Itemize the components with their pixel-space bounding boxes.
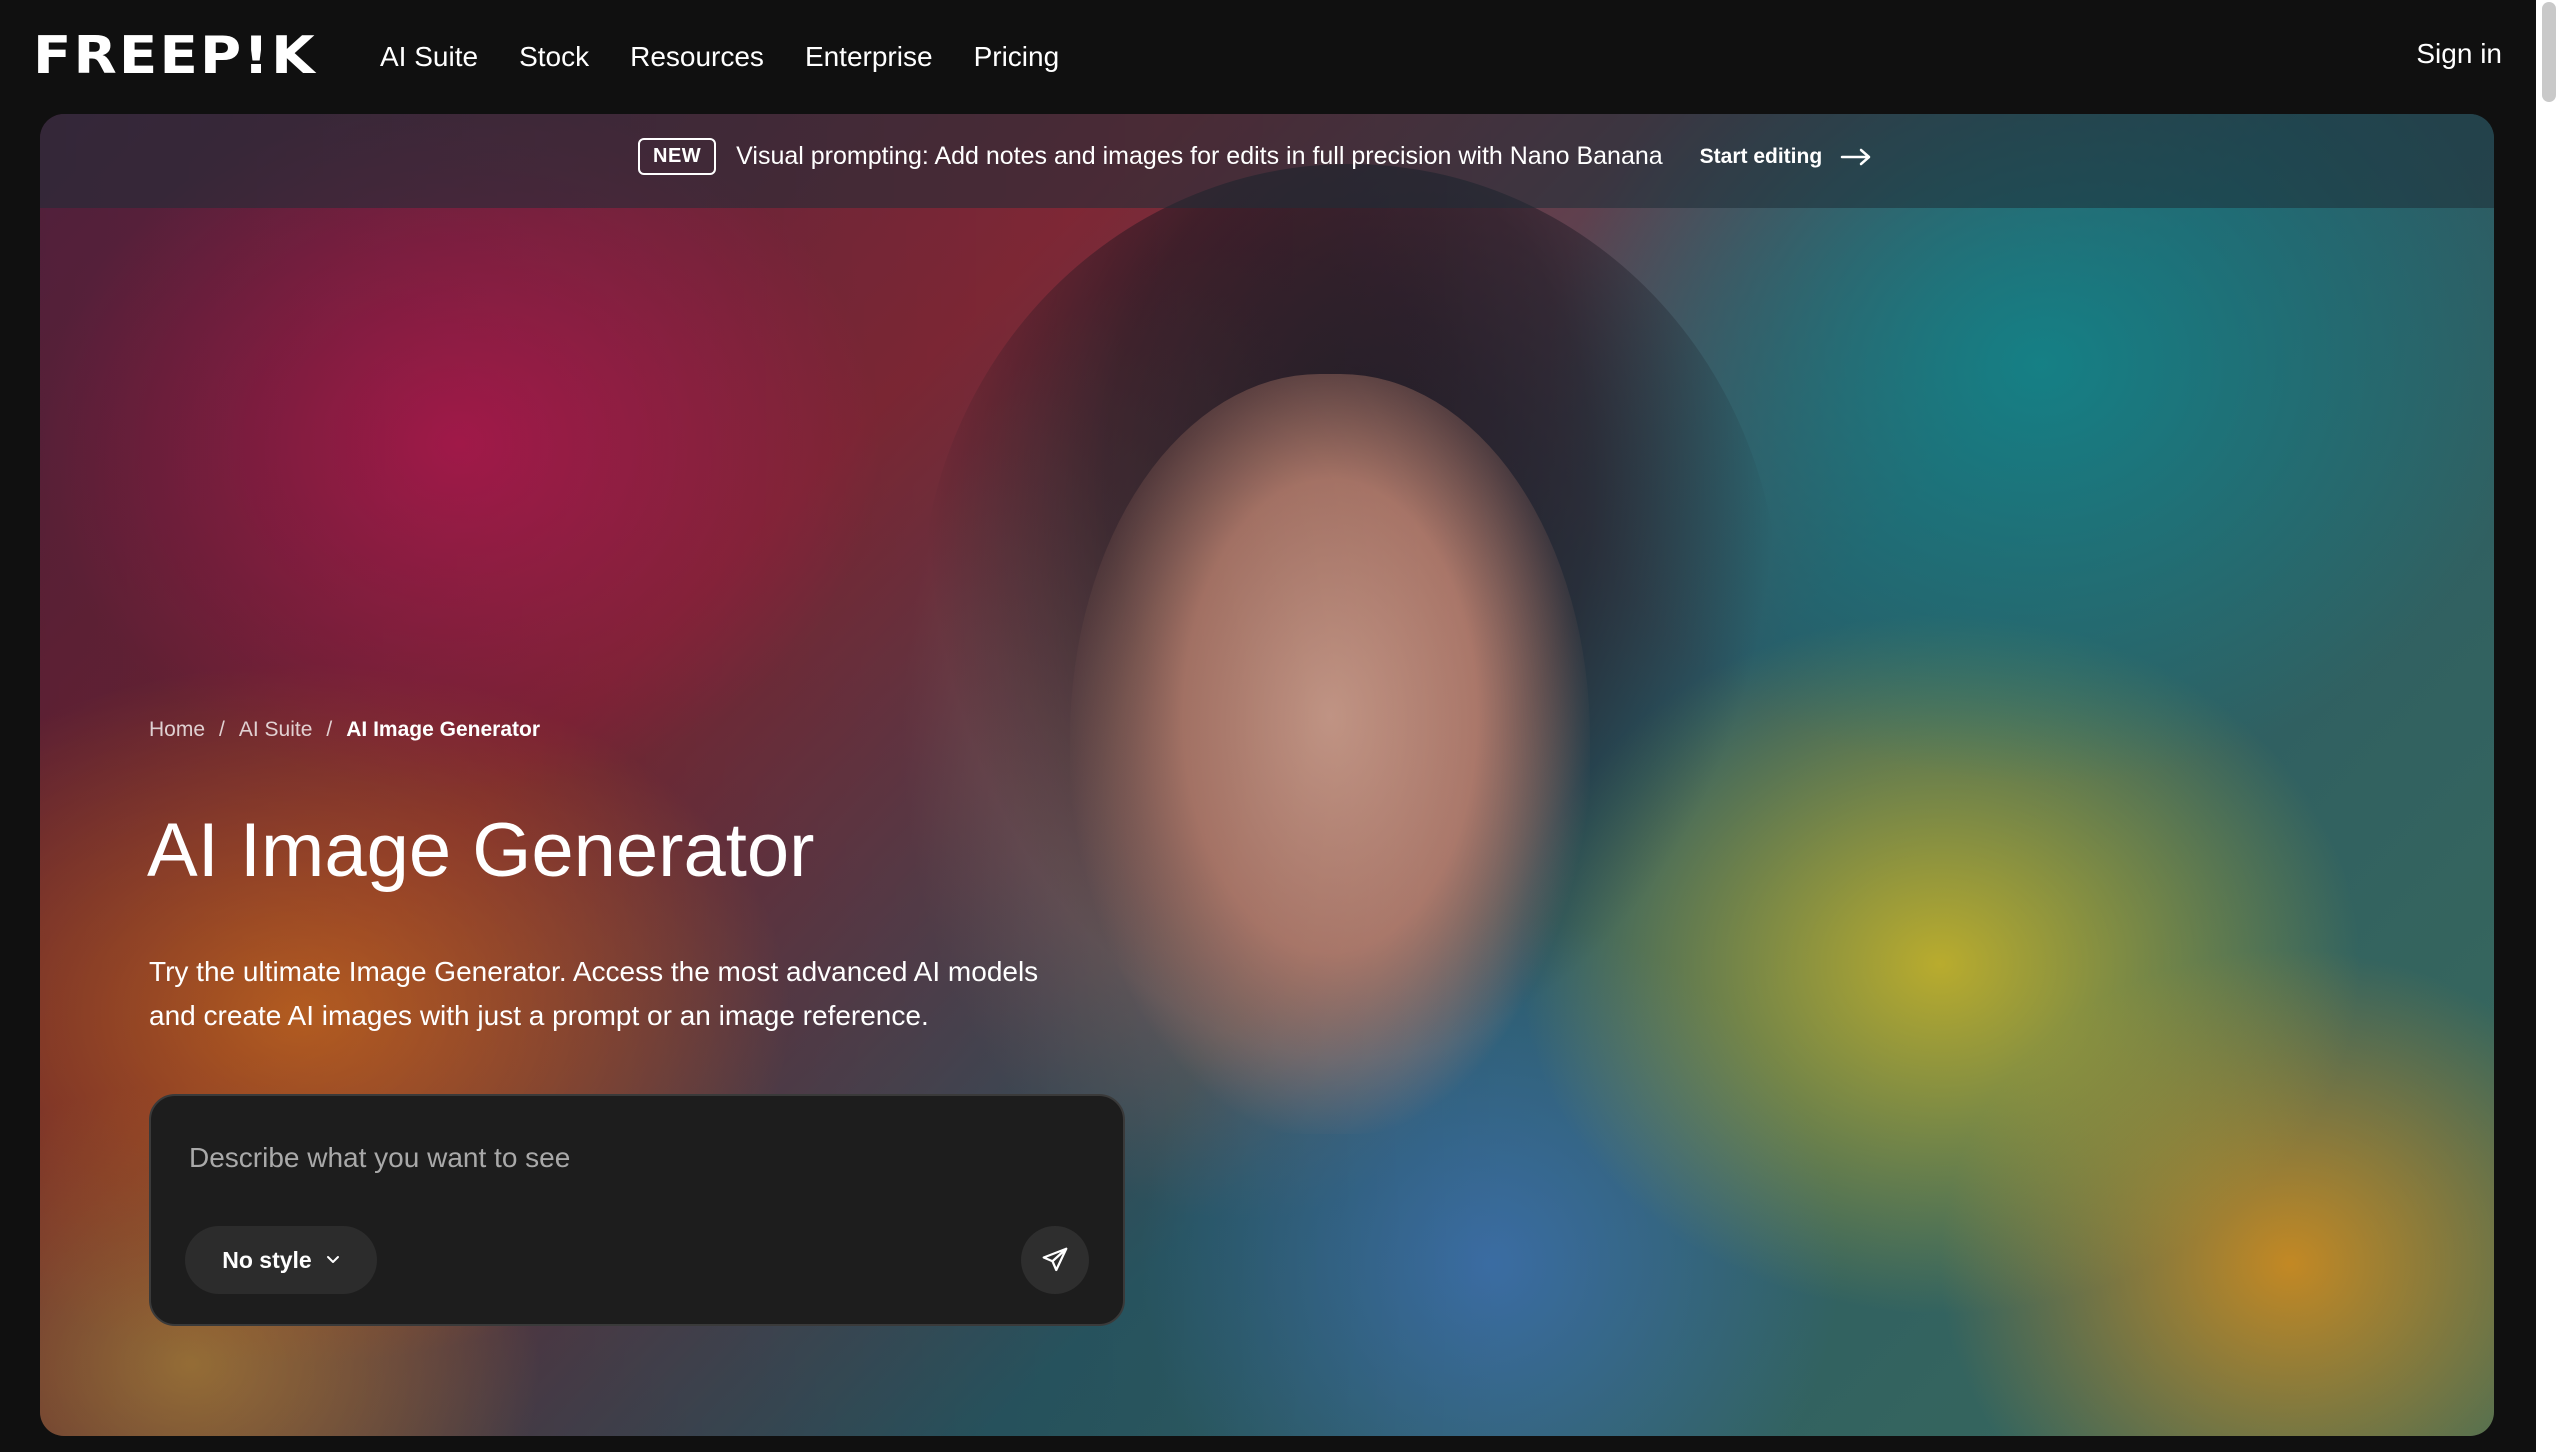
page-title: AI Image Generator — [147, 808, 815, 893]
breadcrumb-current: AI Image Generator — [346, 718, 540, 741]
nav-link-ai-suite[interactable]: AI Suite — [380, 41, 478, 73]
style-dropdown-label: No style — [222, 1246, 312, 1273]
nav-link-enterprise[interactable]: Enterprise — [805, 41, 933, 73]
announcement-text: Visual prompting: Add notes and images f… — [736, 142, 1663, 170]
nav-link-pricing[interactable]: Pricing — [974, 41, 1060, 73]
start-editing-link[interactable]: Start editing — [1700, 145, 1873, 169]
send-icon — [1042, 1247, 1068, 1272]
freepik-logo[interactable]: FREEP!K — [33, 30, 317, 82]
announcement-bar: NEW Visual prompting: Add notes and imag… — [40, 114, 2494, 208]
page-scrollbar[interactable] — [2536, 0, 2560, 1452]
chevron-down-icon — [326, 1256, 339, 1263]
start-editing-label: Start editing — [1699, 144, 1823, 168]
main-nav: AI Suite Stock Resources Enterprise Pric… — [380, 0, 1100, 114]
page-subtitle: Try the ultimate Image Generator. Access… — [149, 956, 1039, 1031]
new-badge: NEW — [638, 138, 717, 175]
breadcrumb-ai-suite[interactable]: AI Suite — [239, 718, 313, 742]
hero-section: NEW Visual prompting: Add notes and imag… — [40, 114, 2494, 1436]
prompt-box: No style — [149, 1094, 1125, 1326]
scrollbar-thumb[interactable] — [2542, 2, 2556, 102]
sign-in-link[interactable]: Sign in — [2416, 38, 2502, 70]
style-dropdown-button[interactable]: No style — [185, 1226, 377, 1294]
nav-link-stock[interactable]: Stock — [519, 41, 589, 73]
prompt-input[interactable] — [187, 1132, 1071, 1184]
nav-link-resources[interactable]: Resources — [630, 41, 764, 73]
arrow-right-icon — [1840, 148, 1871, 165]
breadcrumb-separator: / — [326, 718, 333, 741]
send-button[interactable] — [1021, 1226, 1089, 1294]
breadcrumb-home[interactable]: Home — [149, 718, 205, 742]
breadcrumb-separator: / — [219, 718, 225, 741]
top-navigation: FREEP!K AI Suite Stock Resources Enterpr… — [0, 0, 2540, 114]
breadcrumb: Home / AI Suite / AI Image Generator — [149, 718, 540, 742]
